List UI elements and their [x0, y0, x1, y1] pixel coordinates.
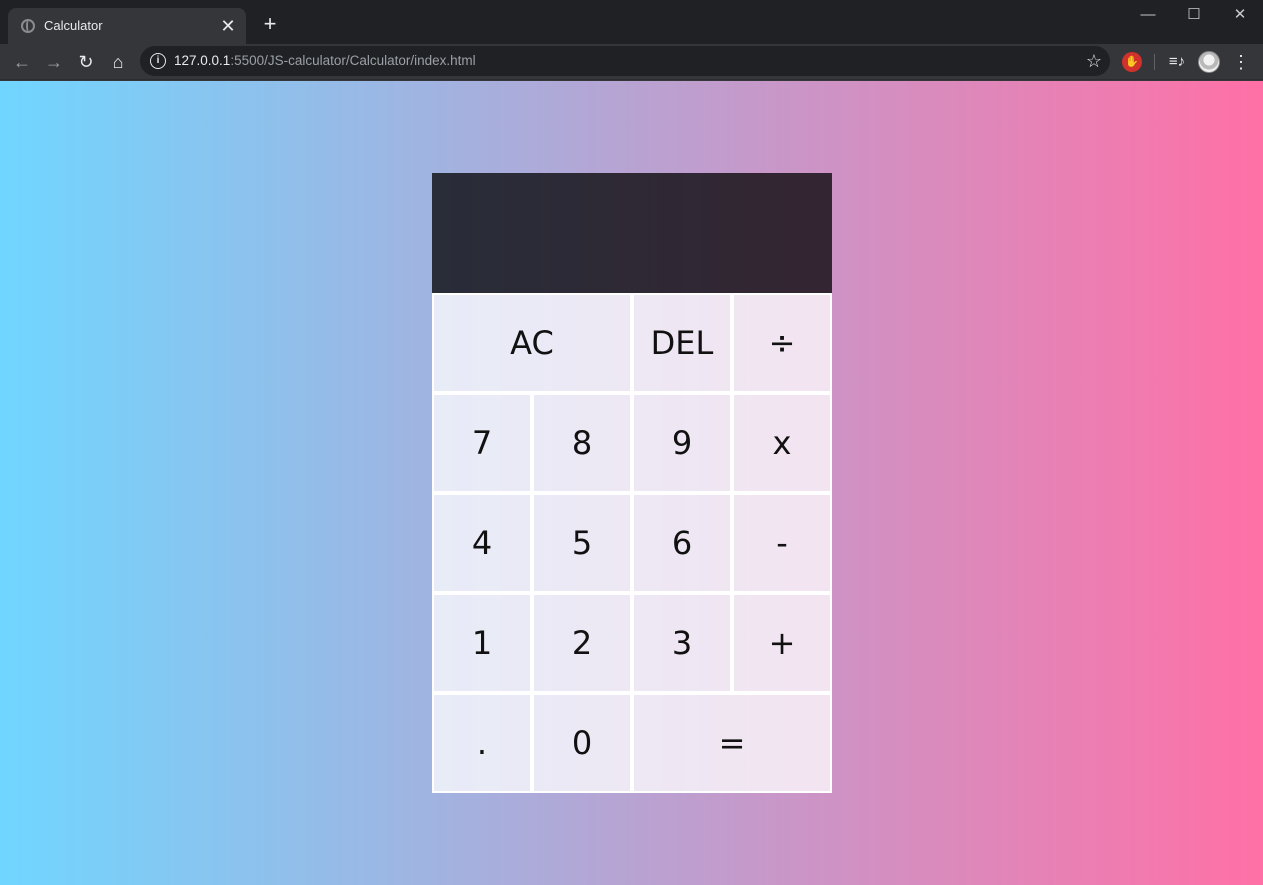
page-viewport: AC DEL ÷ 7 8 9 x 4 5 6 - 1 2 3 + . 0 = [0, 81, 1263, 885]
toolbar-separator [1154, 54, 1155, 70]
digit-7-button[interactable]: 7 [432, 393, 532, 493]
window-close-button[interactable]: ✕ [1225, 4, 1255, 26]
url-path: :5500/JS-calculator/Calculator/index.htm… [230, 53, 476, 68]
digit-2-button[interactable]: 2 [532, 593, 632, 693]
decimal-button[interactable]: . [432, 693, 532, 793]
adblock-extension-icon[interactable]: ✋ [1122, 52, 1142, 72]
add-button[interactable]: + [732, 593, 832, 693]
maximize-button[interactable]: ☐ [1179, 4, 1209, 26]
calculator-display [432, 173, 832, 293]
reload-icon[interactable]: ↻ [73, 49, 99, 75]
divide-button[interactable]: ÷ [732, 293, 832, 393]
minimize-button[interactable]: — [1133, 4, 1163, 26]
bookmark-star-icon[interactable]: ☆ [1086, 50, 1102, 72]
tab-title: Calculator [44, 18, 103, 33]
calculator-grid: AC DEL ÷ 7 8 9 x 4 5 6 - 1 2 3 + . 0 = [431, 173, 833, 794]
digit-5-button[interactable]: 5 [532, 493, 632, 593]
digit-6-button[interactable]: 6 [632, 493, 732, 593]
browser-titlebar: Calculator ✕ + — ☐ ✕ [0, 0, 1263, 44]
browser-toolbar: ← → ↻ ⌂ i 127.0.0.1:5500/JS-calculator/C… [0, 44, 1263, 80]
media-control-icon[interactable]: ≡♪ [1166, 50, 1188, 74]
digit-9-button[interactable]: 9 [632, 393, 732, 493]
multiply-button[interactable]: x [732, 393, 832, 493]
url-host: 127.0.0.1 [174, 53, 231, 68]
equals-button[interactable]: = [632, 693, 832, 793]
site-info-icon[interactable]: i [150, 53, 166, 69]
digit-1-button[interactable]: 1 [432, 593, 532, 693]
digit-3-button[interactable]: 3 [632, 593, 732, 693]
all-clear-button[interactable]: AC [432, 293, 632, 393]
digit-0-button[interactable]: 0 [532, 693, 632, 793]
digit-4-button[interactable]: 4 [432, 493, 532, 593]
new-tab-button[interactable]: + [258, 12, 282, 36]
browser-tab[interactable]: Calculator ✕ [8, 8, 246, 44]
forward-arrow-icon[interactable]: → [41, 49, 67, 75]
subtract-button[interactable]: - [732, 493, 832, 593]
tab-close-icon[interactable]: ✕ [218, 16, 238, 36]
home-icon[interactable]: ⌂ [105, 49, 131, 75]
globe-icon [21, 19, 35, 33]
digit-8-button[interactable]: 8 [532, 393, 632, 493]
address-bar[interactable]: i 127.0.0.1:5500/JS-calculator/Calculato… [140, 46, 1110, 76]
back-arrow-icon[interactable]: ← [9, 49, 35, 75]
profile-avatar[interactable] [1198, 51, 1220, 73]
browser-menu-icon[interactable]: ⋮ [1232, 50, 1250, 74]
url-text[interactable]: 127.0.0.1:5500/JS-calculator/Calculator/… [174, 53, 476, 68]
delete-button[interactable]: DEL [632, 293, 732, 393]
